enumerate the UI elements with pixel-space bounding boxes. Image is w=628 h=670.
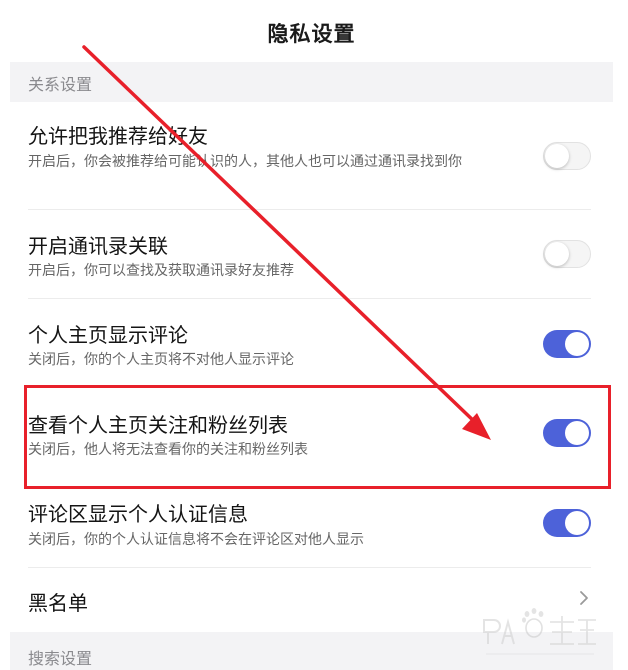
setting-title: 开启通讯录关联: [28, 234, 168, 258]
blacklist-title: 黑名单: [28, 591, 88, 615]
toggle-knob: [545, 241, 569, 266]
blacklist-row[interactable]: 黑名单: [10, 568, 613, 632]
setting-title: 评论区显示个人认证信息: [28, 502, 248, 526]
toggle-knob: [565, 511, 589, 535]
contacts-link-toggle[interactable]: [543, 240, 591, 268]
setting-title: 个人主页显示评论: [28, 323, 188, 347]
section-label: 搜索设置: [28, 649, 93, 668]
setting-row-contacts-link[interactable]: 开启通讯录关联 开启后，你可以查找及获取通讯录好友推荐: [10, 210, 613, 299]
show-verification-toggle[interactable]: [543, 509, 591, 537]
show-comments-toggle[interactable]: [543, 330, 591, 358]
recommend-to-friends-toggle[interactable]: [543, 142, 591, 170]
setting-row-follow-fans-list[interactable]: 查看个人主页关注和粉丝列表 关闭后，他人将无法查看你的关注和粉丝列表: [10, 388, 613, 478]
chevron-right-icon: [580, 591, 588, 605]
setting-description: 开启后，你可以查找及获取通讯录好友推荐: [28, 263, 294, 279]
setting-title: 允许把我推荐给好友: [28, 124, 208, 148]
toggle-knob: [565, 421, 589, 445]
toggle-knob: [565, 332, 589, 356]
section-header-relationship: 关系设置: [10, 62, 613, 102]
setting-row-show-comments[interactable]: 个人主页显示评论 关闭后，你的个人主页将不对他人显示评论: [10, 299, 613, 388]
setting-title: 查看个人主页关注和粉丝列表: [28, 413, 288, 437]
toggle-knob: [545, 143, 569, 168]
page-title: 隐私设置: [267, 22, 356, 46]
follow-fans-list-toggle[interactable]: [543, 419, 591, 447]
nav-bar: 隐私设置: [10, 0, 613, 62]
section-header-search: 搜索设置: [10, 632, 613, 670]
setting-row-show-verification[interactable]: 评论区显示个人认证信息 关闭后，你的个人认证信息将不会在评论区对他人显示: [10, 478, 613, 568]
privacy-settings-page: 隐私设置 关系设置 允许把我推荐给好友 开启后，你会被推荐给可能认识的人，其他人…: [10, 0, 613, 670]
setting-row-recommend-to-friends[interactable]: 允许把我推荐给好友 开启后，你会被推荐给可能认识的人，其他人也可以通过通讯录找到…: [10, 102, 613, 210]
setting-description: 关闭后，你的个人认证信息将不会在评论区对他人显示: [28, 532, 364, 548]
section-label: 关系设置: [28, 75, 93, 94]
setting-description: 关闭后，你的个人主页将不对他人显示评论: [28, 352, 294, 368]
setting-description: 开启后，你会被推荐给可能认识的人，其他人也可以通过通讯录找到你: [28, 154, 462, 170]
setting-description: 关闭后，他人将无法查看你的关注和粉丝列表: [28, 442, 308, 458]
